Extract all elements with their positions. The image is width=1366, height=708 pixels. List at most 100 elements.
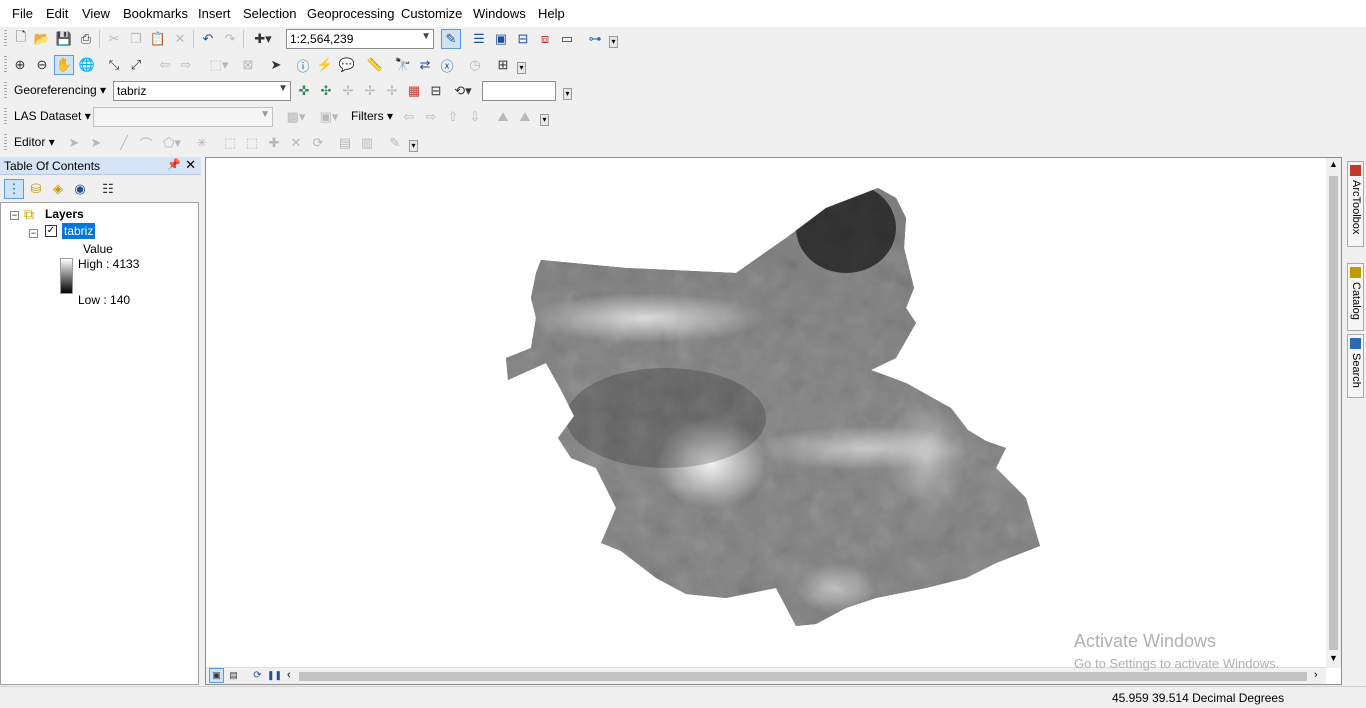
color-ramp[interactable] bbox=[60, 258, 73, 294]
down-icon[interactable]: ⇩ bbox=[465, 107, 485, 127]
create-features-icon[interactable]: ✎ bbox=[385, 133, 405, 153]
go-back-icon[interactable]: ⇦ bbox=[155, 55, 175, 75]
menu-selection[interactable]: Selection bbox=[243, 6, 296, 21]
menu-view[interactable]: View bbox=[82, 6, 110, 21]
rotate-icon[interactable]: ⟲▾ bbox=[449, 81, 477, 101]
pin-icon[interactable]: 📌 bbox=[167, 158, 181, 171]
georef-layer-combo[interactable]: tabriz ▼ bbox=[113, 81, 291, 101]
redo-icon[interactable]: ↷ bbox=[220, 29, 240, 49]
html-popup-icon[interactable]: 💬 bbox=[337, 55, 357, 75]
edit-annotation-icon[interactable]: ➤ bbox=[86, 133, 106, 153]
las-dataset-menu-button[interactable]: LAS Dataset ▾ bbox=[14, 109, 91, 123]
zoom-out-icon[interactable]: ⊖ bbox=[32, 55, 52, 75]
editor-menu-button[interactable]: Editor ▾ bbox=[14, 135, 55, 149]
open-folder-icon[interactable]: 📂 bbox=[32, 29, 52, 49]
toolbar-overflow-icon[interactable]: ▾ bbox=[563, 88, 572, 100]
point-icon[interactable]: ✳ bbox=[192, 133, 212, 153]
layer-visibility-checkbox[interactable]: ✓ bbox=[45, 225, 57, 237]
attributes-icon[interactable]: ▤ bbox=[335, 133, 355, 153]
identify-icon[interactable]: ⓘ bbox=[293, 55, 313, 75]
layout-view-icon[interactable]: ▤ bbox=[226, 668, 241, 683]
search-tab[interactable]: Search bbox=[1347, 334, 1364, 398]
georeferencing-menu-button[interactable]: Georeferencing ▾ bbox=[14, 83, 106, 97]
time-slider-icon[interactable]: ◷ bbox=[465, 55, 485, 75]
toolbar-overflow-icon[interactable]: ▾ bbox=[409, 140, 418, 152]
find-icon[interactable]: 🔭 bbox=[393, 55, 413, 75]
arctoolbox-icon[interactable]: ⧈ bbox=[535, 29, 555, 49]
go-forward-icon[interactable]: ⇨ bbox=[176, 55, 196, 75]
zoom-in-icon[interactable]: ⊕ bbox=[10, 55, 30, 75]
menu-windows[interactable]: Windows bbox=[473, 6, 526, 21]
catalog-tab[interactable]: Catalog bbox=[1347, 263, 1364, 331]
menu-bookmarks[interactable]: Bookmarks bbox=[123, 6, 188, 21]
list-by-selection-icon[interactable]: ◉ bbox=[70, 179, 90, 199]
new-document-icon[interactable]: 🗋 bbox=[11, 29, 31, 49]
next-icon[interactable]: ⇨ bbox=[421, 107, 441, 127]
editor-toolbar-icon[interactable]: ✎ bbox=[441, 29, 461, 49]
split-icon[interactable]: ✕ bbox=[286, 133, 306, 153]
toolbar-overflow-icon[interactable]: ▾ bbox=[540, 114, 549, 126]
select-link-icon[interactable]: ✢ bbox=[338, 81, 358, 101]
list-by-source-icon[interactable]: ⛁ bbox=[26, 179, 46, 199]
auto-registration-icon[interactable]: ✣ bbox=[316, 81, 336, 101]
list-by-visibility-icon[interactable]: ◈ bbox=[48, 179, 68, 199]
surface-symbology-icon[interactable]: ▣▾ bbox=[314, 107, 344, 127]
collapse-icon[interactable]: − bbox=[10, 211, 19, 220]
data-frame-name[interactable]: Layers bbox=[45, 207, 84, 221]
toolbar-grip[interactable] bbox=[4, 134, 7, 152]
zoom-to-link-icon[interactable]: ✢ bbox=[360, 81, 380, 101]
toolbar-grip[interactable] bbox=[4, 56, 7, 74]
3d-view-icon[interactable]: ⛰ bbox=[515, 107, 535, 127]
find-route-icon[interactable]: ⇄ bbox=[415, 55, 435, 75]
save-icon[interactable]: 💾 bbox=[54, 29, 74, 49]
select-features-icon[interactable]: ⬚▾ bbox=[204, 55, 234, 75]
scroll-left-icon[interactable]: ‹ bbox=[287, 669, 291, 681]
clear-selection-icon[interactable]: ⊠ bbox=[238, 55, 258, 75]
viewer-icon[interactable]: ⊟ bbox=[426, 81, 446, 101]
vertical-scrollbar[interactable]: ▲ ▼ bbox=[1326, 158, 1341, 668]
search-window-icon[interactable]: ⊟ bbox=[513, 29, 533, 49]
pause-drawing-icon[interactable]: ❚❚ bbox=[267, 668, 282, 683]
menu-geoprocessing[interactable]: Geoprocessing bbox=[307, 6, 394, 21]
previous-icon[interactable]: ⇦ bbox=[399, 107, 419, 127]
hyperlink-icon[interactable]: ⚡ bbox=[315, 55, 335, 75]
table-of-contents-icon[interactable]: ☰ bbox=[469, 29, 489, 49]
arctoolbox-tab[interactable]: ArcToolbox bbox=[1347, 161, 1364, 247]
refresh-icon[interactable]: ⟳ bbox=[250, 668, 265, 683]
profile-view-icon[interactable]: ⛰ bbox=[493, 107, 513, 127]
menu-file[interactable]: File bbox=[12, 6, 33, 21]
chevron-down-icon[interactable]: ▼ bbox=[278, 83, 288, 94]
chevron-down-icon[interactable]: ▼ bbox=[421, 31, 431, 42]
trace-icon[interactable]: ⬠▾ bbox=[158, 133, 186, 153]
paste-icon[interactable]: 📋 bbox=[148, 29, 168, 49]
filters-menu-button[interactable]: Filters ▾ bbox=[351, 109, 393, 123]
layer-name[interactable]: tabriz bbox=[62, 223, 96, 239]
reshape-icon[interactable]: ⬚ bbox=[242, 133, 262, 153]
up-icon[interactable]: ⇧ bbox=[443, 107, 463, 127]
scroll-up-icon[interactable]: ▲ bbox=[1329, 159, 1338, 169]
menu-customize[interactable]: Customize bbox=[401, 6, 462, 21]
catalog-window-icon[interactable]: ▣ bbox=[491, 29, 511, 49]
modelbuilder-icon[interactable]: ⊶ bbox=[585, 29, 605, 49]
view-link-table-icon[interactable]: ▦ bbox=[404, 81, 424, 101]
cut-icon[interactable]: ✂ bbox=[104, 29, 124, 49]
options-icon[interactable]: ☷ bbox=[98, 179, 118, 199]
horizontal-scroll-thumb[interactable] bbox=[299, 672, 1307, 681]
edit-vertices-icon[interactable]: ⬚ bbox=[220, 133, 240, 153]
toolbar-overflow-icon[interactable]: ▾ bbox=[517, 62, 526, 74]
pan-icon[interactable]: ✋ bbox=[54, 55, 74, 75]
toolbar-overflow-icon[interactable]: ▾ bbox=[609, 36, 618, 48]
end-point-arc-icon[interactable]: ⌒ bbox=[136, 133, 156, 153]
go-to-xy-icon[interactable]: ⓧ bbox=[437, 55, 457, 75]
map-scale-combo[interactable]: 1:2,564,239 ▼ bbox=[286, 29, 434, 49]
delete-link-icon[interactable]: ✢ bbox=[382, 81, 402, 101]
data-view-icon[interactable]: ▣ bbox=[209, 668, 224, 683]
point-symbology-icon[interactable]: ▩▾ bbox=[283, 107, 309, 127]
las-layer-combo[interactable]: ▼ bbox=[93, 107, 273, 127]
fixed-zoom-out-icon[interactable]: ⤢ bbox=[126, 55, 146, 75]
select-elements-icon[interactable]: ➤ bbox=[266, 55, 286, 75]
print-icon[interactable]: ⎙ bbox=[76, 29, 96, 49]
toolbar-grip[interactable] bbox=[4, 30, 7, 48]
toolbar-grip[interactable] bbox=[4, 108, 7, 126]
edit-tool-icon[interactable]: ➤ bbox=[64, 133, 84, 153]
